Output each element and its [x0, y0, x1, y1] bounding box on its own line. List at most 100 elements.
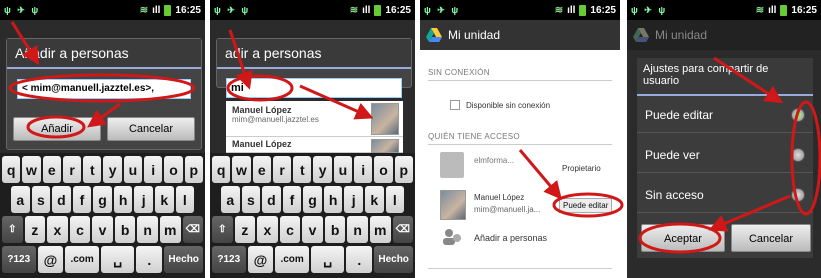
add-button[interactable]: Añadir [13, 117, 101, 141]
battery-icon [374, 4, 382, 16]
key-l[interactable]: l [175, 186, 195, 213]
shift-key[interactable]: ⇧ [212, 216, 233, 243]
key-y[interactable]: y [103, 156, 122, 183]
key-m[interactable]: m [159, 216, 181, 243]
key-b[interactable]: b [114, 216, 136, 243]
shift-key[interactable]: ⇧ [2, 216, 23, 243]
key-f[interactable]: f [72, 186, 92, 213]
cancel-button[interactable]: Cancelar [731, 224, 811, 252]
user-name: Manuel López [474, 193, 525, 202]
key-x[interactable]: x [257, 216, 278, 243]
key-c[interactable]: c [279, 216, 301, 243]
key-k[interactable]: k [154, 186, 174, 213]
symbols-key[interactable]: ?123 [2, 246, 36, 273]
key-u[interactable]: u [123, 156, 143, 183]
key-dotcom[interactable]: .com [65, 246, 99, 273]
key-k[interactable]: k [364, 186, 384, 213]
accept-button[interactable]: Aceptar [641, 224, 725, 252]
space-key[interactable]: ␣ [310, 246, 345, 273]
email-field[interactable]: < mim@manuell.jazztel.es>, [17, 79, 191, 99]
key-h[interactable]: h [323, 186, 343, 213]
wifi-icon: ≋ [755, 4, 765, 16]
key-j[interactable]: j [134, 186, 153, 213]
key-h[interactable]: h [113, 186, 133, 213]
key-o[interactable]: o [164, 156, 183, 183]
permission-button[interactable]: Puede editar [559, 198, 613, 213]
drive-icon[interactable] [426, 28, 442, 42]
key-i[interactable]: i [144, 156, 163, 183]
section-header-access: QUIÉN TIENE ACCESO [428, 132, 520, 141]
signal-icon: ıll [768, 4, 777, 16]
notification-icons: ψ ✈ ψ [424, 4, 461, 15]
key-u[interactable]: u [333, 156, 353, 183]
key-at[interactable]: @ [247, 246, 274, 273]
key-f[interactable]: f [282, 186, 302, 213]
key-s[interactable]: s [31, 186, 51, 213]
key-w[interactable]: w [232, 156, 251, 183]
key-l[interactable]: l [385, 186, 405, 213]
key-b[interactable]: b [324, 216, 346, 243]
key-period[interactable]: . [346, 246, 373, 273]
key-d[interactable]: d [52, 186, 71, 213]
key-w[interactable]: w [22, 156, 41, 183]
key-z[interactable]: z [24, 216, 46, 243]
key-x[interactable]: x [47, 216, 68, 243]
backspace-key[interactable]: ⌫ [392, 216, 414, 243]
suggestion-item[interactable]: Manuel López mim@manuell.jazztel.es [226, 101, 403, 137]
key-v[interactable]: v [302, 216, 323, 243]
key-y[interactable]: y [313, 156, 332, 183]
done-key[interactable]: Hecho [164, 246, 203, 273]
key-t[interactable]: t [83, 156, 102, 183]
key-period[interactable]: . [136, 246, 163, 273]
space-key[interactable]: ␣ [100, 246, 135, 273]
key-q[interactable]: q [212, 156, 231, 183]
key-e[interactable]: e [252, 156, 271, 183]
key-a[interactable]: a [11, 186, 30, 213]
key-r[interactable]: r [62, 156, 82, 183]
key-p[interactable]: p [394, 156, 413, 183]
key-q[interactable]: q [2, 156, 21, 183]
cancel-button[interactable]: Cancelar [107, 117, 195, 141]
owner-role: Propietario [562, 164, 601, 173]
key-dotcom[interactable]: .com [275, 246, 309, 273]
key-m[interactable]: m [369, 216, 391, 243]
key-i[interactable]: i [354, 156, 373, 183]
user-email: mim@manuell.ja... [474, 205, 541, 214]
key-n[interactable]: n [137, 216, 158, 243]
suggestion-item[interactable]: Manuel López [226, 137, 403, 153]
done-key[interactable]: Hecho [374, 246, 413, 273]
key-v[interactable]: v [92, 216, 113, 243]
radio-icon[interactable] [791, 148, 805, 162]
notification-icons: ψ ✈ ψ [631, 4, 668, 15]
option-can-view[interactable]: Puede ver [637, 138, 813, 173]
key-at[interactable]: @ [37, 246, 64, 273]
key-d[interactable]: d [262, 186, 281, 213]
key-p[interactable]: p [184, 156, 203, 183]
offline-label: Disponible sin conexión [466, 101, 551, 110]
key-e[interactable]: e [42, 156, 61, 183]
key-a[interactable]: a [221, 186, 240, 213]
key-r[interactable]: r [272, 156, 292, 183]
email-field[interactable]: mi [226, 78, 402, 98]
key-j[interactable]: j [344, 186, 363, 213]
add-people-link[interactable]: Añadir a personas [474, 233, 547, 243]
status-bar: ψ ✈ ψ ≋ ıll 16:25 [420, 0, 620, 20]
option-label: Sin acceso [645, 188, 704, 202]
option-no-access[interactable]: Sin acceso [637, 178, 813, 213]
status-bar: ψ ✈ ψ ≋ ıll 16:25 [0, 0, 205, 20]
key-t[interactable]: t [293, 156, 312, 183]
key-g[interactable]: g [93, 186, 112, 213]
option-can-edit[interactable]: Puede editar [637, 98, 813, 133]
key-n[interactable]: n [347, 216, 368, 243]
signal-icon: ıll [567, 4, 576, 16]
offline-checkbox[interactable] [450, 100, 460, 110]
key-s[interactable]: s [241, 186, 261, 213]
key-z[interactable]: z [234, 216, 256, 243]
key-g[interactable]: g [303, 186, 322, 213]
symbols-key[interactable]: ?123 [212, 246, 246, 273]
key-c[interactable]: c [69, 216, 91, 243]
radio-selected-icon[interactable] [791, 108, 805, 122]
backspace-key[interactable]: ⌫ [182, 216, 204, 243]
radio-icon[interactable] [791, 188, 805, 202]
key-o[interactable]: o [374, 156, 393, 183]
